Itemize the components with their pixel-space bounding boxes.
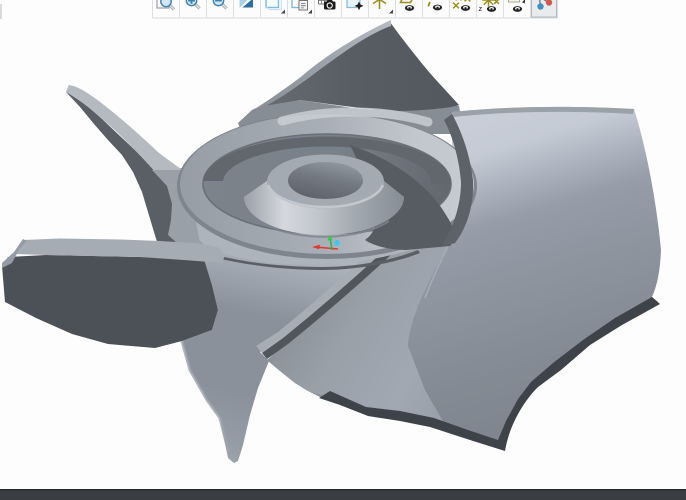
svg-text:z: z <box>479 4 483 13</box>
